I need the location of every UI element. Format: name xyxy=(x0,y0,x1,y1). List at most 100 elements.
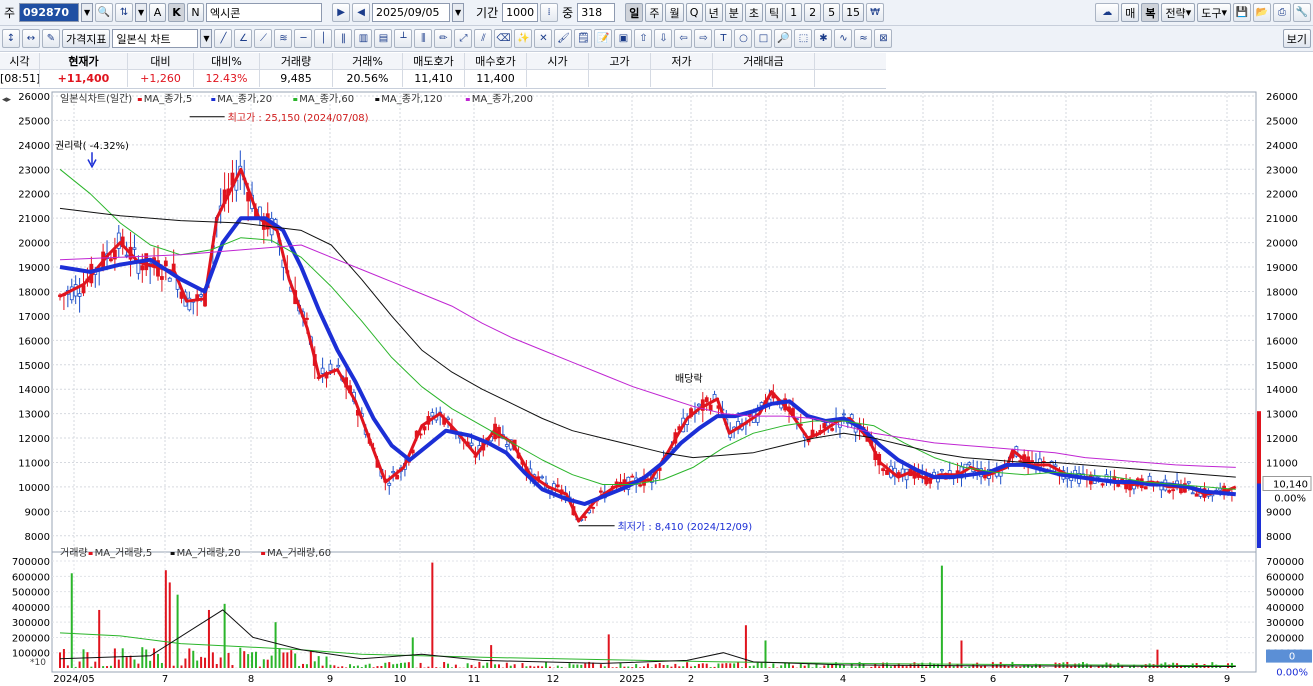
ray-tool-icon[interactable]: ⤢ xyxy=(454,29,473,48)
interval-1-button[interactable]: 1 xyxy=(785,3,803,22)
interval-week-button[interactable]: 주 xyxy=(645,3,664,22)
price-chart[interactable]: 8000 9000 10000 11000 12000 13000 14000 15000 16… xyxy=(0,90,1313,686)
stock-code-field[interactable]: 092870 xyxy=(19,3,80,22)
interval-year-button[interactable]: 년 xyxy=(704,3,723,22)
arrow-left-icon[interactable]: ⇦ xyxy=(674,29,693,48)
view-button[interactable]: 보기 xyxy=(1282,29,1311,48)
volume-bar xyxy=(113,648,116,668)
volume-bar xyxy=(784,662,787,668)
trend-tool-icon[interactable]: ⟋ xyxy=(254,29,273,48)
bug-icon[interactable]: ✱ xyxy=(814,29,833,48)
region-icon[interactable]: ⬚ xyxy=(794,29,813,48)
mid-field[interactable]: 318 xyxy=(577,3,616,22)
fan-tool-icon[interactable]: ≋ xyxy=(274,29,293,48)
interval-tick-button[interactable]: 틱 xyxy=(764,3,784,22)
quote-time: [08:51] xyxy=(0,70,40,87)
left-right-icon[interactable]: ↔ xyxy=(22,29,40,48)
volume-bar xyxy=(999,662,1002,668)
edit-note-icon[interactable]: 📝 xyxy=(594,29,613,48)
eraser-icon[interactable]: ⌫ xyxy=(494,29,513,48)
up-down-icon[interactable]: ↕ xyxy=(2,29,20,48)
y-tick-label-right: 14000 xyxy=(1266,385,1298,396)
grid-tool-icon[interactable]: ▥ xyxy=(354,29,373,48)
interval-15-button[interactable]: 15 xyxy=(842,3,865,22)
search-icon[interactable]: 🔍 xyxy=(95,3,114,22)
cloud-icon[interactable]: ☁ xyxy=(1095,3,1120,22)
candle-body xyxy=(167,277,172,282)
next-icon[interactable]: ▶ xyxy=(332,3,351,22)
square-icon[interactable]: □ xyxy=(754,29,773,48)
prev-icon[interactable]: ◀ xyxy=(352,3,371,22)
arrow-right-icon[interactable]: ⇨ xyxy=(694,29,713,48)
volume-bar xyxy=(623,666,626,668)
code-dropdown-icon[interactable]: ▼ xyxy=(81,3,94,22)
tools-button[interactable]: 도구 ▾ xyxy=(1197,3,1231,22)
buy-button[interactable]: 매 xyxy=(1121,3,1140,22)
multi-button[interactable]: 복 xyxy=(1141,3,1160,22)
price-pct: 0.00% xyxy=(1274,493,1306,504)
x-tick-label: 6 xyxy=(990,674,996,685)
wave2-icon[interactable]: ≈ xyxy=(854,29,873,48)
date-field[interactable]: 2025/09/05 xyxy=(372,3,451,22)
pencil-tool-icon[interactable]: ✏ xyxy=(434,29,453,48)
volume-bar xyxy=(470,664,473,668)
chart-type-dropdown-icon[interactable]: ▼ xyxy=(200,29,213,48)
k-button[interactable]: K xyxy=(168,3,186,22)
interval-minute-button[interactable]: 분 xyxy=(724,3,743,22)
circle-icon[interactable]: ○ xyxy=(734,29,753,48)
volume-bar xyxy=(940,565,943,668)
note-icon[interactable]: 🗒 xyxy=(574,29,593,48)
cycle-tool-icon[interactable]: ⫼ xyxy=(414,29,433,48)
candle-body xyxy=(630,475,635,478)
magic-icon[interactable]: ✨ xyxy=(514,29,533,48)
volume-bar xyxy=(286,652,289,668)
x-tick-label: 8 xyxy=(1148,674,1154,685)
vline-tool-icon[interactable]: │ xyxy=(314,29,333,48)
arrow-down-icon[interactable]: ⇩ xyxy=(654,29,673,48)
sort-dropdown-icon[interactable]: ▼ xyxy=(135,3,148,22)
delete-icon[interactable]: ⊠ xyxy=(874,29,893,48)
period-tool-icon[interactable]: ┴ xyxy=(394,29,413,48)
interval-quarter-button[interactable]: Q xyxy=(685,3,703,22)
photo-icon[interactable]: ▣ xyxy=(614,29,633,48)
quote-header: 현재가 xyxy=(40,53,128,69)
channel-tool-icon[interactable]: ▤ xyxy=(374,29,393,48)
hline-tool-icon[interactable]: ─ xyxy=(294,29,313,48)
interval-month-button[interactable]: 월 xyxy=(665,3,684,22)
a-button[interactable]: A xyxy=(149,3,167,22)
scroll-icon[interactable]: ⁞ xyxy=(540,3,559,22)
stock-name-field[interactable]: 엑시콘 xyxy=(206,3,323,22)
candle-body xyxy=(81,285,86,294)
fibo-tool-icon[interactable]: ‖ xyxy=(334,29,353,48)
parallel-tool-icon[interactable]: ⫽ xyxy=(474,29,493,48)
quote-header: 거래대금 xyxy=(713,53,815,69)
volume-bar xyxy=(666,664,669,668)
interval-2-button[interactable]: 2 xyxy=(804,3,822,22)
wave-icon[interactable]: ∿ xyxy=(834,29,853,48)
volume-bar xyxy=(650,667,653,668)
zoom-icon[interactable]: 🔎 xyxy=(774,29,793,48)
folder-icon[interactable]: 📂 xyxy=(1253,3,1271,22)
volume-legend-swatch xyxy=(88,552,93,555)
angle-tool-icon[interactable]: ∠ xyxy=(234,29,253,48)
arrow-up-icon[interactable]: ⇧ xyxy=(634,29,653,48)
edit-icon[interactable]: ✎ xyxy=(42,29,60,48)
interval-second-button[interactable]: 초 xyxy=(744,3,763,22)
cross-icon[interactable]: ✕ xyxy=(534,29,553,48)
currency-icon[interactable]: ₩ xyxy=(866,3,885,22)
text-icon[interactable]: T xyxy=(714,29,733,48)
print-icon[interactable]: ⎙ xyxy=(1273,3,1291,22)
chart-type-select[interactable]: 일본식 차트 xyxy=(112,29,199,48)
strategy-button[interactable]: 전략 ▾ xyxy=(1161,3,1196,22)
paint-icon[interactable]: 🖌 xyxy=(554,29,573,48)
indicator-button[interactable]: 가격지표 xyxy=(62,29,111,48)
wrench-icon[interactable]: 🔧 xyxy=(1293,3,1311,22)
period-field[interactable]: 1000 xyxy=(502,3,539,22)
interval-5-button[interactable]: 5 xyxy=(823,3,841,22)
date-dropdown-icon[interactable]: ▼ xyxy=(452,3,465,22)
n-button[interactable]: N xyxy=(187,3,205,22)
interval-day-button[interactable]: 일 xyxy=(625,3,644,22)
save-icon[interactable]: 💾 xyxy=(1233,3,1251,22)
line-tool-icon[interactable]: ╱ xyxy=(214,29,233,48)
sort-icon[interactable]: ⇅ xyxy=(115,3,134,22)
